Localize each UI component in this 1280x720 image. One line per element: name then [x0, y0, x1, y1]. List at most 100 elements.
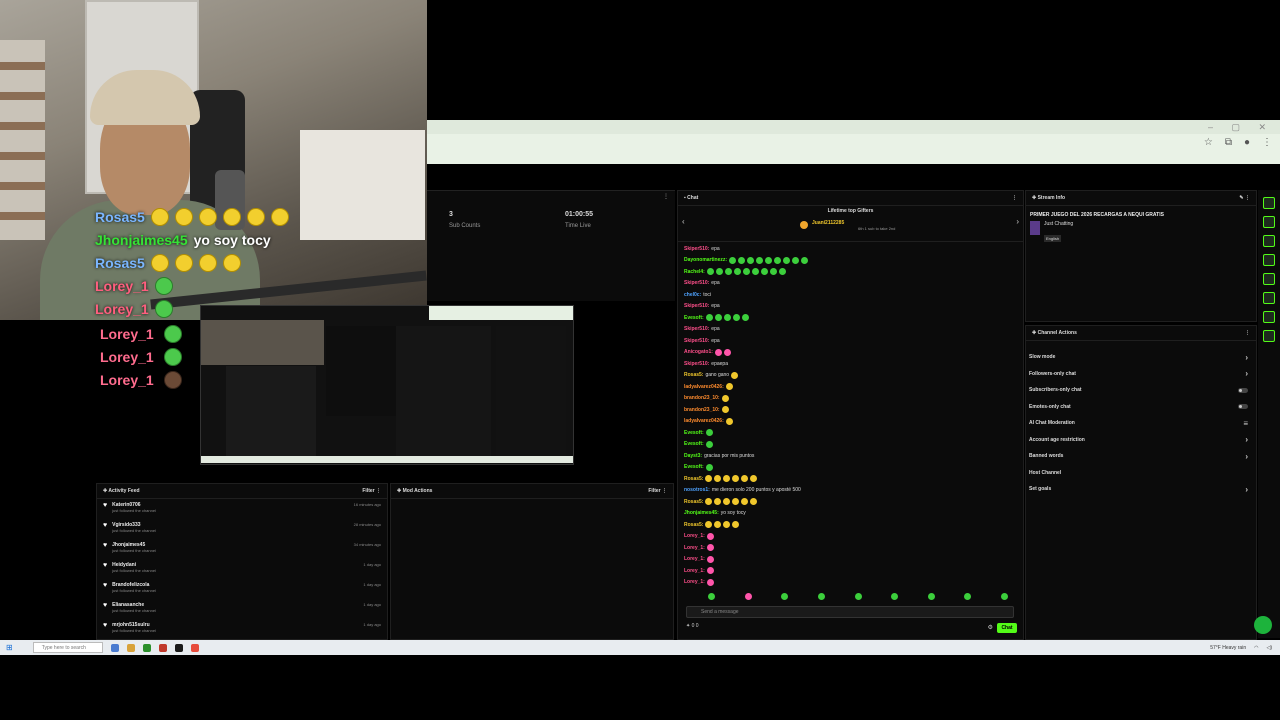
panel-menu-icon[interactable]: ⋮ — [1012, 195, 1017, 201]
taskbar-app-icon[interactable] — [158, 643, 167, 652]
chat-username[interactable]: Lorey_1: — [684, 556, 705, 562]
rail-tool-icon[interactable] — [1263, 254, 1275, 266]
rail-tool-icon[interactable] — [1263, 311, 1275, 323]
chevron-right-icon[interactable]: › — [1245, 353, 1248, 362]
chat-username[interactable]: chel0c: — [684, 292, 701, 298]
emote-picker-icon[interactable] — [744, 593, 752, 600]
chevron-right-icon[interactable]: › — [1245, 369, 1248, 378]
volume-icon[interactable]: ◁) — [1266, 645, 1272, 651]
chat-username[interactable]: Rosas5: — [684, 499, 703, 505]
chat-username[interactable]: Lorey_1: — [684, 579, 705, 585]
taskbar-app-icon[interactable] — [190, 643, 199, 652]
emote-picker-icon[interactable] — [817, 593, 825, 600]
toggle-switch[interactable] — [1238, 387, 1248, 393]
channel-action-item[interactable]: Banned words › — [1026, 448, 1256, 465]
filter-button[interactable]: Filter — [648, 488, 660, 494]
channel-action-item[interactable]: Emotes-only chat — [1026, 399, 1256, 416]
panel-menu-icon[interactable]: ⋮ — [1245, 330, 1250, 336]
stats-menu-icon[interactable]: ⋮ — [663, 193, 669, 200]
chat-username[interactable]: Anicogato1: — [684, 349, 713, 355]
panel-menu-icon[interactable]: ⋮ — [662, 488, 667, 494]
chat-username[interactable]: Jhonjaimes45: — [684, 510, 719, 516]
chat-username[interactable]: Lorey_1: — [684, 545, 705, 551]
emote-picker-icon[interactable] — [927, 593, 935, 600]
channel-action-item[interactable]: AI Chat Moderation ≡ — [1026, 415, 1256, 432]
rail-tool-icon[interactable] — [1263, 330, 1275, 342]
emote-picker-icon[interactable] — [854, 593, 862, 600]
channel-action-item[interactable]: Slow mode › — [1026, 349, 1256, 366]
chat-username[interactable]: Dayonomartinezz: — [684, 257, 727, 263]
emote-picker-icon[interactable] — [781, 593, 789, 600]
chat-username[interactable]: Evesoft: — [684, 430, 704, 436]
chevron-right-icon[interactable]: › — [1016, 217, 1019, 226]
chat-username[interactable]: Evesoft: — [684, 315, 704, 321]
chat-username[interactable]: Skiper510: — [684, 303, 709, 309]
rail-tool-icon[interactable] — [1263, 216, 1275, 228]
weather-status[interactable]: 57°F Heavy rain — [1210, 645, 1246, 651]
chat-username[interactable]: Dayst3: — [684, 453, 702, 459]
star-icon[interactable]: ☆ — [1204, 137, 1213, 148]
chat-username[interactable]: Skiper510: — [684, 326, 709, 332]
preview-taskbar — [201, 456, 573, 463]
chat-send-button[interactable]: Chat — [997, 623, 1017, 633]
taskbar-app-icon[interactable] — [126, 643, 135, 652]
emote-picker-icon[interactable] — [1001, 593, 1008, 600]
settings-icon[interactable]: ≡ — [1243, 419, 1248, 428]
wifi-icon[interactable]: ◠ — [1254, 645, 1258, 651]
chat-username[interactable]: ladyalvarez0426: — [684, 418, 724, 424]
edit-icon[interactable]: ✎ — [1239, 195, 1243, 201]
chat-username[interactable]: Rosas5: — [684, 522, 703, 528]
chat-username[interactable]: Skiper510: — [684, 361, 709, 367]
chevron-right-icon[interactable]: › — [1245, 435, 1248, 444]
emote-icon — [741, 498, 749, 506]
rail-tool-icon[interactable] — [1263, 292, 1275, 304]
chat-username[interactable]: brandon23_10: — [684, 395, 720, 401]
chat-username[interactable]: Skiper510: — [684, 246, 709, 252]
taskbar-app-icon[interactable] — [142, 643, 151, 652]
rail-tool-icon[interactable] — [1263, 197, 1275, 209]
channel-action-item[interactable]: Account age restriction › — [1026, 432, 1256, 449]
channel-action-item[interactable]: Subscribers-only chat — [1026, 382, 1256, 399]
toggle-switch[interactable] — [1238, 404, 1248, 410]
top-gifter-name[interactable]: Juani2112285 — [812, 220, 844, 226]
taskbar-app-icon[interactable] — [110, 643, 119, 652]
panel-menu-icon[interactable]: ⋮ — [376, 488, 381, 494]
settings-icon[interactable]: ⚙ — [988, 624, 993, 631]
chat-username[interactable]: Evesoft: — [684, 464, 704, 470]
emote-picker-icon[interactable] — [964, 593, 972, 600]
emote-picker-icon[interactable] — [891, 593, 899, 600]
windows-start-icon[interactable]: ⊞ — [6, 643, 13, 652]
chat-username[interactable]: brandon23_10: — [684, 407, 720, 413]
category-name[interactable]: Just Chatting — [1044, 221, 1073, 227]
profile-icon[interactable]: ● — [1244, 137, 1250, 148]
emote-picker-icon[interactable] — [708, 593, 715, 600]
chat-username[interactable]: Rachel4: — [684, 269, 705, 275]
chat-username[interactable]: Rosas5: — [684, 372, 703, 378]
window-controls[interactable]: – ▢ ✕ — [1208, 122, 1274, 133]
filter-button[interactable]: Filter — [362, 488, 374, 494]
extensions-icon[interactable]: ⧉ — [1225, 137, 1232, 148]
rail-tool-icon[interactable] — [1263, 273, 1275, 285]
taskbar-search-input[interactable]: Type here to search — [32, 642, 103, 653]
help-fab-button[interactable] — [1254, 616, 1272, 634]
channel-action-item[interactable]: Set goals › — [1026, 481, 1256, 498]
chat-username[interactable]: Skiper510: — [684, 338, 709, 344]
chat-username[interactable]: Lorey_1: — [684, 568, 705, 574]
chat-username[interactable]: Lorey_1: — [684, 533, 705, 539]
chevron-left-icon[interactable]: ‹ — [682, 217, 685, 226]
chevron-right-icon[interactable]: › — [1245, 452, 1248, 461]
chat-username[interactable]: Evesoft: — [684, 441, 704, 447]
points-icon[interactable]: ✦ — [686, 623, 690, 629]
chat-username[interactable]: ladyalvarez0426: — [684, 384, 724, 390]
panel-menu-icon[interactable]: ⋮ — [1245, 195, 1250, 201]
chat-username[interactable]: nosotros1: — [684, 487, 710, 493]
rail-tool-icon[interactable] — [1263, 235, 1275, 247]
chat-message-input[interactable]: Send a message — [686, 606, 1014, 618]
channel-action-item[interactable]: Host Channel — [1026, 465, 1256, 482]
chevron-right-icon[interactable]: › — [1245, 485, 1248, 494]
channel-action-item[interactable]: Followers-only chat › — [1026, 366, 1256, 383]
chat-username[interactable]: Skiper510: — [684, 280, 709, 286]
taskbar-app-icon[interactable] — [174, 643, 183, 652]
chat-username[interactable]: Rosas5: — [684, 476, 703, 482]
menu-icon[interactable]: ⋮ — [1262, 137, 1272, 148]
